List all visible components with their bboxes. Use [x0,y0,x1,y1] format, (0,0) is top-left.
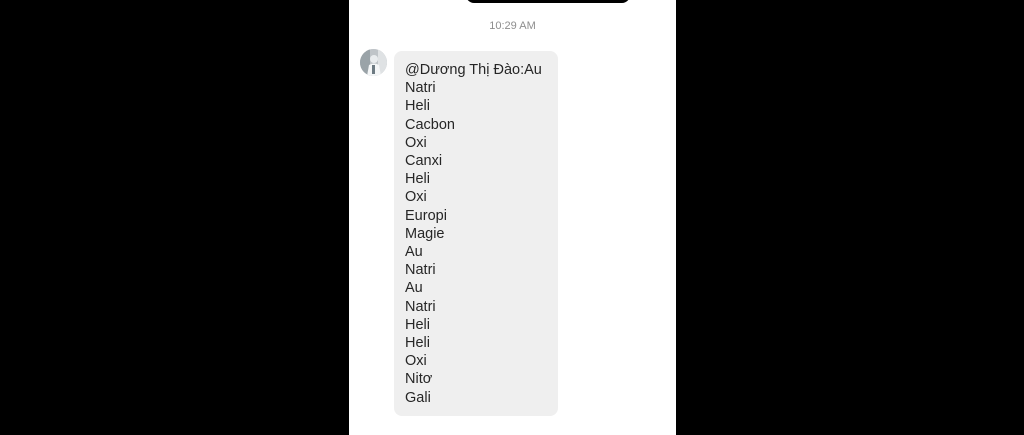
message-line: Oxi [405,353,427,370]
chat-thread: 10:29 AM @Dương Thị Đào:Au Natri Heli Ca… [349,0,676,435]
message-bubble[interactable]: @Dương Thị Đào:Au Natri Heli Cacbon Oxi … [394,51,558,416]
message-line: Magie [405,225,445,242]
message-line: Canxi [405,153,443,170]
message-line: Cacbon [405,116,455,133]
message-timestamp: 10:29 AM [489,20,536,32]
message-line: Natri [405,262,436,279]
message-line: Heli [405,98,430,115]
message-line: Au [405,280,423,297]
sender-avatar[interactable] [360,49,387,76]
previous-message-bubble[interactable] [466,0,630,3]
message-line: Nitơ [405,371,433,388]
message-line: Natri [405,80,436,97]
message-line: Oxi [405,189,427,206]
message-line: Heli [405,171,430,188]
message-line: Natri [405,298,436,315]
message-line: Au [405,244,423,261]
message-line: Heli [405,335,430,352]
message-line: Oxi [405,134,427,151]
message-line: Europi [405,207,447,224]
user-avatar-icon [360,49,387,76]
message-mention: @Dương Thị Đào:Au [405,62,542,78]
message-line: Gali [405,389,431,406]
message-line: Heli [405,316,430,333]
